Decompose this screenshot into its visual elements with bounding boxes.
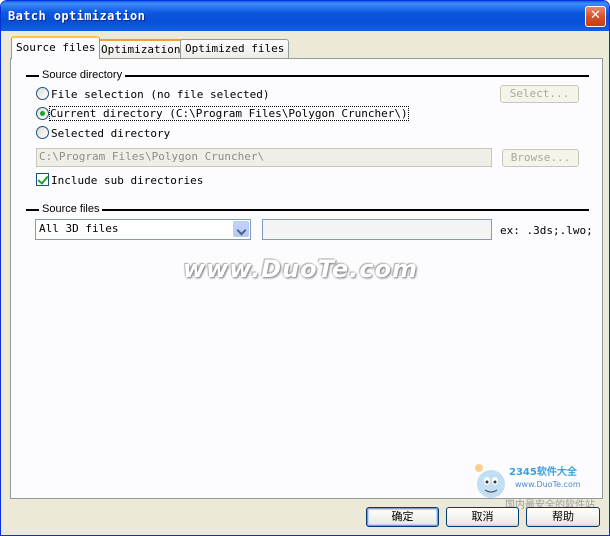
title-bar[interactable]: Batch optimization ✕ bbox=[1, 1, 609, 31]
radio-current-directory[interactable] bbox=[36, 107, 49, 120]
extensions-input[interactable] bbox=[262, 219, 492, 240]
group-divider bbox=[26, 209, 589, 211]
ok-button[interactable]: 确定 bbox=[366, 507, 439, 527]
watermark-text: www.DuoTe.com bbox=[183, 255, 418, 283]
radio-file-selection[interactable] bbox=[36, 87, 49, 100]
tab-optimization[interactable]: Optimization bbox=[96, 39, 186, 58]
radio-label-selected-directory: Selected directory bbox=[51, 127, 171, 140]
logo-brand-text: 2345软件大全 bbox=[509, 467, 577, 478]
file-type-dropdown[interactable]: All 3D files bbox=[35, 219, 251, 240]
radio-label-current-directory: Current directory (C:\Program Files\Poly… bbox=[49, 106, 409, 121]
directory-path-input[interactable]: C:\Program Files\Polygon Cruncher\ bbox=[36, 148, 492, 167]
group-title-source-directory: Source directory bbox=[39, 69, 126, 81]
tab-label: Source files bbox=[16, 41, 96, 54]
dialog-window: Batch optimization ✕ Source files Optimi… bbox=[0, 0, 610, 536]
extensions-hint: ex: .3ds;.lwo; bbox=[500, 224, 593, 237]
include-subdirectories-label: Include sub directories bbox=[51, 174, 204, 187]
tab-source-files[interactable]: Source files bbox=[11, 36, 101, 59]
tab-label: Optimization bbox=[101, 43, 181, 56]
window-title: Batch optimization bbox=[8, 9, 146, 23]
chevron-down-icon[interactable] bbox=[233, 221, 249, 237]
tab-optimized-files[interactable]: Optimized files bbox=[180, 39, 290, 58]
select-button[interactable]: Select... bbox=[500, 85, 579, 103]
file-type-selected: All 3D files bbox=[39, 222, 119, 235]
close-button[interactable]: ✕ bbox=[585, 6, 606, 27]
radio-label-file-selection: File selection (no file selected) bbox=[51, 88, 270, 101]
include-subdirectories-checkbox[interactable] bbox=[36, 173, 49, 186]
tab-label: Optimized files bbox=[185, 42, 285, 55]
logo-url-text: www.DuoTe.com bbox=[515, 480, 581, 489]
help-button[interactable]: 帮助 bbox=[526, 507, 600, 527]
browse-button[interactable]: Browse... bbox=[502, 149, 579, 167]
radio-selected-directory[interactable] bbox=[36, 126, 49, 139]
group-title-source-files: Source files bbox=[39, 203, 103, 215]
cancel-button[interactable]: 取消 bbox=[446, 507, 519, 527]
